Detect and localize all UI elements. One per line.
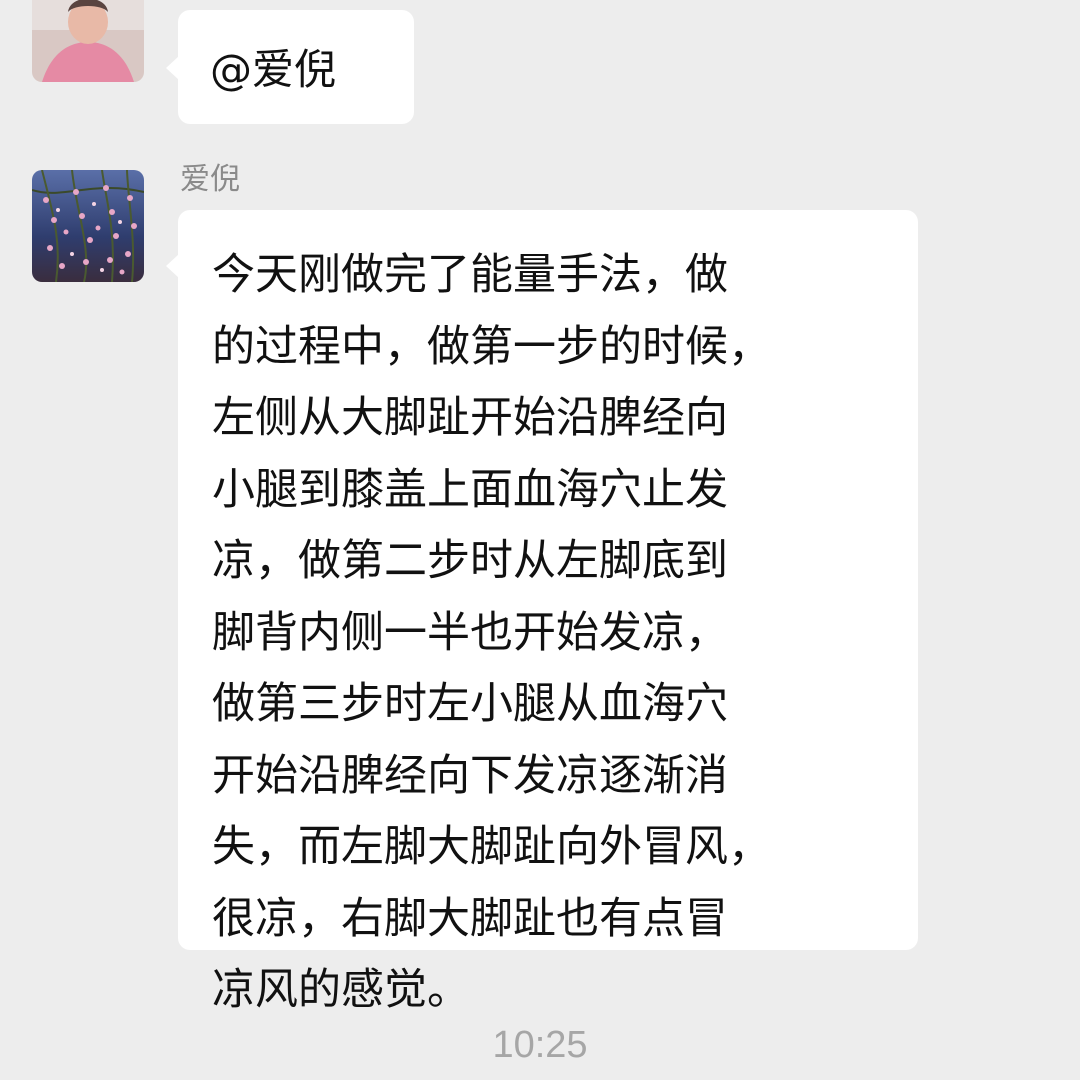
message-line: 失，而左脚大脚趾向外冒风， [212, 822, 771, 872]
avatar-elderly-woman[interactable] [32, 0, 144, 82]
message-line: 左侧从大脚趾开始沿脾经向 [212, 393, 728, 443]
message-timestamp: 10:25 [492, 1024, 588, 1066]
message-line: 凉风的感觉。 [212, 965, 470, 1015]
message-line: 开始沿脾经向下发凉逐渐消 [212, 750, 728, 801]
message-line: 的过程中，做第一步的时候， [212, 321, 771, 372]
message-line: 凉，做第二步时从左脚底到 [212, 536, 728, 586]
message-bubble-text[interactable]: 今天刚做完了能量手法，做 的过程中，做第一步的时候， 左侧从大脚趾开始沿脾经向 … [166, 210, 918, 1015]
avatar-flower-branches[interactable] [32, 170, 144, 282]
message-bubble-mention[interactable]: @爱倪 [166, 10, 414, 124]
message-line: 很凉，右脚大脚趾也有点冒 [212, 893, 728, 944]
message-text: @爱倪 [210, 45, 337, 94]
message-line: 脚背内侧一半也开始发凉， [212, 607, 728, 658]
message-line: 做第三步时左小腿从血海穴 [212, 679, 728, 729]
message-line: 今天刚做完了能量手法，做 [212, 250, 728, 300]
sender-name: 爱倪 [180, 162, 240, 197]
message-line: 小腿到膝盖上面血海穴止发 [212, 464, 728, 515]
